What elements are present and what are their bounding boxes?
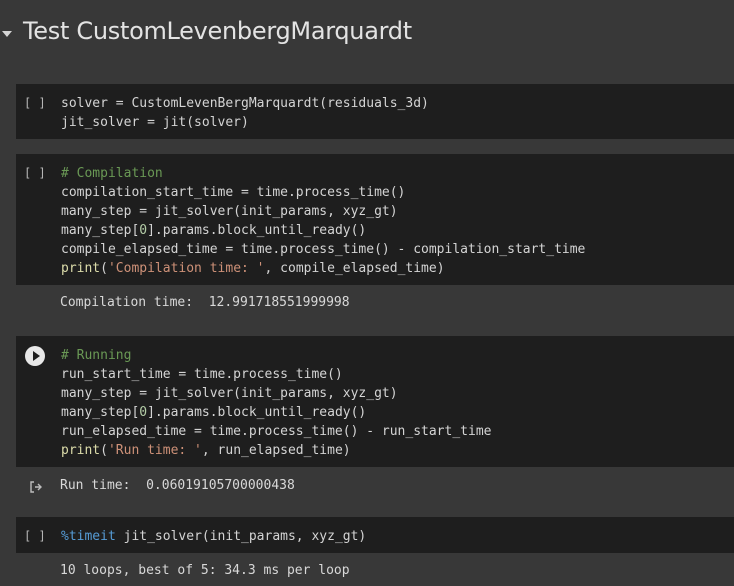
caret-down-icon[interactable] <box>2 31 12 37</box>
code-token: many_step[ <box>61 223 140 238</box>
code-cell-timeit[interactable]: [ ] %timeit jit_solver(init_params, xyz_… <box>16 517 734 553</box>
run-cell-icon[interactable] <box>25 346 45 366</box>
code-line: many_step[0].params.block_until_ready() <box>61 221 585 240</box>
code-token: , run_elapsed_time) <box>201 443 351 458</box>
code-token: # Running <box>61 348 132 363</box>
code-token: 'Run time: ' <box>107 443 202 458</box>
code-line: compile_elapsed_time = time.process_time… <box>61 240 585 259</box>
code-token: %timeit <box>61 529 116 544</box>
section-title: Test CustomLevenbergMarquardt <box>23 17 412 45</box>
code-line: # Running <box>61 346 491 365</box>
code-token: many_step = jit_solver(init_params, xyz_… <box>61 386 398 401</box>
code-line: %timeit jit_solver(init_params, xyz_gt) <box>61 527 366 546</box>
code-token: jit_solver(init_params, xyz_gt) <box>115 529 367 544</box>
code-token: , compile_elapsed_time) <box>264 261 445 276</box>
cell-run-gutter[interactable]: [ ] <box>24 529 46 543</box>
code-line: run_elapsed_time = time.process_time() -… <box>61 422 491 441</box>
code-token: compile_elapsed_time = time.process_time… <box>61 242 586 257</box>
code-editor[interactable]: %timeit jit_solver(init_params, xyz_gt) <box>61 527 366 546</box>
section-header[interactable]: Test CustomLevenbergMarquardt <box>0 14 734 54</box>
code-line: run_start_time = time.process_time() <box>61 365 491 384</box>
code-editor[interactable]: solver = CustomLevenBergMarquardt(residu… <box>61 94 429 132</box>
output-text: Run time: 0.06019105700000438 <box>60 478 295 493</box>
cell-run-gutter[interactable]: [ ] <box>24 96 46 110</box>
code-editor[interactable]: # Running run_start_time = time.process_t… <box>61 346 491 460</box>
code-line: # Compilation <box>61 164 585 183</box>
cell-output-timeit: 10 loops, best of 5: 34.3 ms per loop <box>16 553 734 586</box>
output-arrow-icon <box>30 481 42 493</box>
cell-run-gutter[interactable]: [ ] <box>24 166 46 180</box>
code-cell-compilation[interactable]: [ ] # Compilation compilation_start_time … <box>16 154 734 285</box>
code-line: many_step = jit_solver(init_params, xyz_… <box>61 202 585 221</box>
code-line: solver = CustomLevenBergMarquardt(residu… <box>61 94 429 113</box>
code-token: ].params.block_until_ready() <box>147 405 367 420</box>
cell-output-running: Run time: 0.06019105700000438 <box>16 467 734 505</box>
code-token: ].params.block_until_ready() <box>147 223 367 238</box>
code-editor[interactable]: # Compilation compilation_start_time = ti… <box>61 164 585 278</box>
code-token: jit_solver = jit(solver) <box>61 115 249 130</box>
code-line: compilation_start_time = time.process_ti… <box>61 183 585 202</box>
output-text: Compilation time: 12.991718551999998 <box>60 295 350 310</box>
code-token: run_elapsed_time = time.process_time() -… <box>61 424 492 439</box>
code-token: ( <box>100 261 108 276</box>
code-line: print('Compilation time: ', compile_elap… <box>61 259 585 278</box>
code-token: run_start_time = time.process_time() <box>61 367 343 382</box>
code-token: many_step[ <box>61 405 140 420</box>
output-text: 10 loops, best of 5: 34.3 ms per loop <box>60 563 350 578</box>
code-cell-solver[interactable]: [ ] solver = CustomLevenBergMarquardt(re… <box>16 84 734 139</box>
code-token: ( <box>100 443 108 458</box>
code-token: 0 <box>139 405 148 420</box>
code-cell-running[interactable]: # Running run_start_time = time.process_t… <box>16 336 734 467</box>
code-line: many_step[0].params.block_until_ready() <box>61 403 491 422</box>
code-line: print('Run time: ', run_elapsed_time) <box>61 441 491 460</box>
code-token: compilation_start_time = time.process_ti… <box>61 185 406 200</box>
code-token: solver = CustomLevenBergMarquardt(residu… <box>61 96 429 111</box>
code-token: print <box>61 261 101 276</box>
code-line: jit_solver = jit(solver) <box>61 113 429 132</box>
code-token: 'Compilation time: ' <box>107 261 265 276</box>
code-token: 0 <box>139 223 148 238</box>
code-token: # Compilation <box>61 166 163 181</box>
code-token: print <box>61 443 101 458</box>
cell-output-compilation: Compilation time: 12.991718551999998 <box>16 285 734 321</box>
code-token: many_step = jit_solver(init_params, xyz_… <box>61 204 398 219</box>
code-line: many_step = jit_solver(init_params, xyz_… <box>61 384 491 403</box>
